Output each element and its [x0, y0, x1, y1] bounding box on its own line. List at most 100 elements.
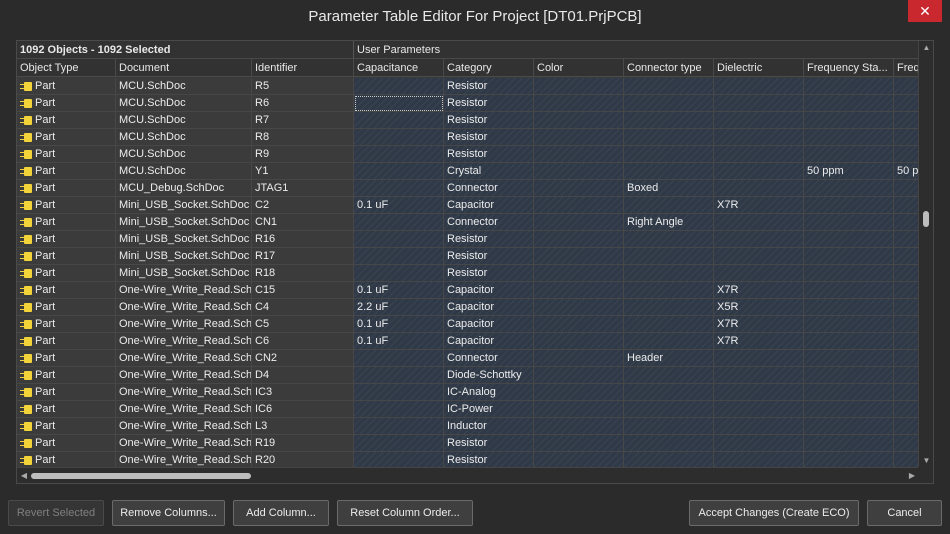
cell-identifier[interactable]: CN2: [252, 350, 354, 367]
cell-frequency-stability[interactable]: [804, 180, 894, 197]
cell-capacitance[interactable]: 0.1 uF: [354, 316, 444, 333]
cell-dielectric[interactable]: [714, 367, 804, 384]
cell-connector-type[interactable]: [624, 299, 714, 316]
cell-frequency[interactable]: [894, 452, 919, 468]
cell-color[interactable]: [534, 248, 624, 265]
cell-frequency-stability[interactable]: [804, 384, 894, 401]
cell-document[interactable]: MCU.SchDoc: [116, 163, 252, 180]
cell-capacitance[interactable]: [354, 180, 444, 197]
cell-dielectric[interactable]: X7R: [714, 333, 804, 350]
cell-capacitance[interactable]: [354, 265, 444, 282]
cell-category[interactable]: Crystal: [444, 163, 534, 180]
cell-category[interactable]: Capacitor: [444, 299, 534, 316]
table-row[interactable]: Part One-Wire_Write_Read.SchDocC42.2 uFCa…: [17, 299, 919, 316]
cell-document[interactable]: One-Wire_Write_Read.SchDoc: [116, 435, 252, 452]
cell-capacitance[interactable]: [354, 163, 444, 180]
table-row[interactable]: Part One-Wire_Write_Read.SchDocR19 Resisto…: [17, 435, 919, 452]
cell-document[interactable]: MCU.SchDoc: [116, 78, 252, 95]
cell-connector-type[interactable]: [624, 384, 714, 401]
cell-document[interactable]: One-Wire_Write_Read.SchDoc: [116, 418, 252, 435]
cell-object-type[interactable]: Part: [17, 78, 116, 95]
cell-frequency-stability[interactable]: [804, 401, 894, 418]
cell-frequency[interactable]: [894, 367, 919, 384]
cell-connector-type[interactable]: [624, 112, 714, 129]
cell-category[interactable]: Resistor: [444, 146, 534, 163]
cell-connector-type[interactable]: Boxed: [624, 180, 714, 197]
table-row[interactable]: Part Mini_USB_Socket.SchDoc R16 Resistor: [17, 231, 919, 248]
cell-identifier[interactable]: R7: [252, 112, 354, 129]
cell-object-type[interactable]: Part: [17, 197, 116, 214]
cell-capacitance[interactable]: [354, 418, 444, 435]
cell-dielectric[interactable]: X7R: [714, 197, 804, 214]
column-header-dielectric[interactable]: Dielectric: [714, 59, 804, 77]
cell-object-type[interactable]: Part: [17, 265, 116, 282]
cell-frequency-stability[interactable]: [804, 350, 894, 367]
cell-color[interactable]: [534, 163, 624, 180]
cell-color[interactable]: [534, 265, 624, 282]
cell-frequency-stability[interactable]: 50 ppm: [804, 163, 894, 180]
cell-frequency-stability[interactable]: [804, 197, 894, 214]
cell-object-type[interactable]: Part: [17, 248, 116, 265]
cell-color[interactable]: [534, 231, 624, 248]
cell-object-type[interactable]: Part: [17, 146, 116, 163]
cell-connector-type[interactable]: [624, 435, 714, 452]
cell-document[interactable]: Mini_USB_Socket.SchDoc: [116, 248, 252, 265]
cell-frequency[interactable]: [894, 350, 919, 367]
cell-connector-type[interactable]: [624, 452, 714, 468]
cell-connector-type[interactable]: [624, 333, 714, 350]
cell-capacitance[interactable]: 0.1 uF: [354, 197, 444, 214]
cell-identifier[interactable]: R9: [252, 146, 354, 163]
cell-document[interactable]: One-Wire_Write_Read.SchDoc: [116, 299, 252, 316]
cell-dielectric[interactable]: [714, 350, 804, 367]
cell-identifier[interactable]: R19: [252, 435, 354, 452]
cell-frequency-stability[interactable]: [804, 367, 894, 384]
cell-connector-type[interactable]: [624, 129, 714, 146]
scroll-down-icon[interactable]: ▼: [919, 454, 933, 468]
cell-color[interactable]: [534, 197, 624, 214]
horizontal-scroll-thumb[interactable]: [31, 473, 251, 479]
cell-frequency-stability[interactable]: [804, 214, 894, 231]
vertical-scrollbar[interactable]: ▲ ▼: [918, 41, 933, 468]
cell-capacitance[interactable]: [354, 78, 444, 95]
cell-capacitance[interactable]: [354, 231, 444, 248]
table-row[interactable]: Part One-Wire_Write_Read.SchDocR20 Resisto…: [17, 452, 919, 468]
cell-identifier[interactable]: IC6: [252, 401, 354, 418]
table-row[interactable]: Part MCU.SchDoc R7 Resistor: [17, 112, 919, 129]
cell-document[interactable]: One-Wire_Write_Read.SchDoc: [116, 384, 252, 401]
cell-dielectric[interactable]: [714, 163, 804, 180]
table-row[interactable]: Part MCU.SchDoc R6 Resistor: [17, 95, 919, 112]
cell-frequency-stability[interactable]: [804, 316, 894, 333]
column-header-connector-type[interactable]: Connector type: [624, 59, 714, 77]
cell-frequency-stability[interactable]: [804, 282, 894, 299]
cell-category[interactable]: Resistor: [444, 452, 534, 468]
cell-frequency[interactable]: [894, 146, 919, 163]
cell-capacitance[interactable]: [354, 350, 444, 367]
cell-dielectric[interactable]: [714, 95, 804, 112]
cell-connector-type[interactable]: [624, 265, 714, 282]
column-header-frequency[interactable]: Freq: [894, 59, 919, 77]
cell-capacitance[interactable]: [354, 129, 444, 146]
cell-capacitance[interactable]: [354, 435, 444, 452]
cell-identifier[interactable]: R16: [252, 231, 354, 248]
remove-columns-button[interactable]: Remove Columns...: [112, 500, 225, 526]
cell-object-type[interactable]: Part: [17, 163, 116, 180]
cell-dielectric[interactable]: [714, 78, 804, 95]
table-row[interactable]: Part Mini_USB_Socket.SchDoc C2 0.1 uF Capaci…: [17, 197, 919, 214]
cell-color[interactable]: [534, 299, 624, 316]
accept-changes-button[interactable]: Accept Changes (Create ECO): [689, 500, 859, 526]
cell-category[interactable]: Resistor: [444, 129, 534, 146]
cell-identifier[interactable]: R6: [252, 95, 354, 112]
cell-dielectric[interactable]: [714, 129, 804, 146]
cell-document[interactable]: One-Wire_Write_Read.SchDoc: [116, 282, 252, 299]
cell-frequency[interactable]: [894, 112, 919, 129]
table-row[interactable]: Part One-Wire_Write_Read.SchDocL3 Inductor: [17, 418, 919, 435]
table-row[interactable]: Part One-Wire_Write_Read.SchDocIC6 IC-Powe…: [17, 401, 919, 418]
column-header-color[interactable]: Color: [534, 59, 624, 77]
cell-object-type[interactable]: Part: [17, 231, 116, 248]
cell-frequency-stability[interactable]: [804, 129, 894, 146]
scroll-left-icon[interactable]: ◀: [17, 468, 31, 483]
cell-frequency[interactable]: [894, 282, 919, 299]
cell-color[interactable]: [534, 452, 624, 468]
cell-identifier[interactable]: IC3: [252, 384, 354, 401]
cell-category[interactable]: Resistor: [444, 248, 534, 265]
